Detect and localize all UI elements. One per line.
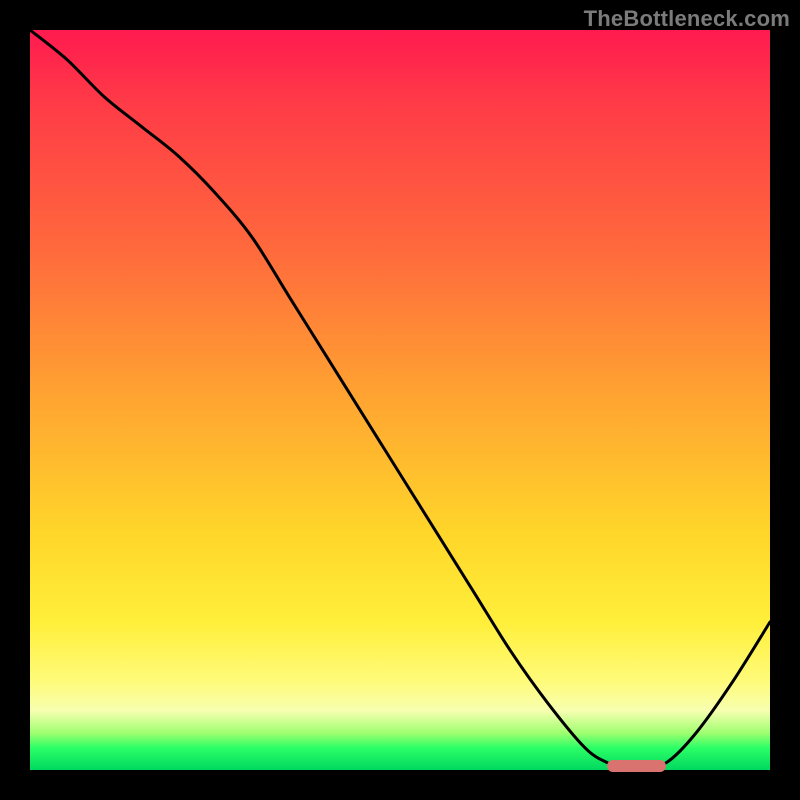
- bottleneck-curve: [30, 30, 770, 770]
- optimal-marker: [607, 760, 666, 772]
- plot-area: [30, 30, 770, 770]
- chart-frame: TheBottleneck.com: [0, 0, 800, 800]
- watermark-text: TheBottleneck.com: [584, 6, 790, 32]
